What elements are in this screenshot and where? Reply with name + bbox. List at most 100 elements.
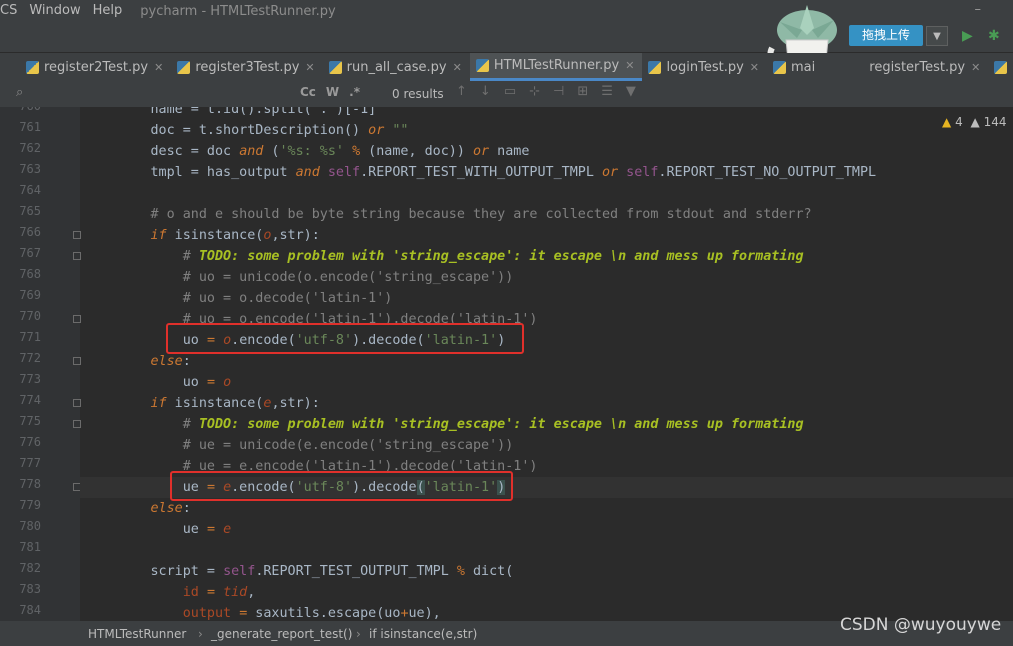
tab-htmltestrunner[interactable]: HTMLTestRunner.py ✕	[469, 53, 643, 81]
run-icon[interactable]: ▶	[962, 28, 973, 44]
code-line-782: script = self.REPORT_TEST_OUTPUT_TMPL % …	[86, 564, 514, 579]
tab-label: run_all_case.py	[346, 59, 447, 75]
weak-warning-icon: ▲	[970, 115, 980, 129]
close-icon[interactable]: ✕	[305, 61, 314, 74]
select-occurrences-icon[interactable]: ⊞	[577, 84, 588, 99]
chevron-down-icon[interactable]: ▼	[926, 26, 948, 46]
chevron-right-icon: ›	[198, 627, 203, 641]
line-number: 768	[19, 267, 41, 281]
add-selection-icon[interactable]: ⊹	[529, 84, 540, 99]
regex-button[interactable]: .*	[349, 85, 360, 99]
code-line-763: tmpl = has_output and self.REPORT_TEST_W…	[86, 165, 877, 180]
arrow-up-icon[interactable]: ↑	[456, 84, 467, 99]
line-number: 762	[19, 141, 41, 155]
words-button[interactable]: W	[326, 85, 339, 99]
line-number: 782	[19, 561, 41, 575]
highlight-box-ue	[170, 471, 513, 501]
tab-label: mai	[791, 59, 816, 75]
code-line-779: else:	[150, 501, 191, 516]
tab-label: loginTest.py	[666, 59, 744, 75]
breadcrumb-method[interactable]: _generate_report_test()	[211, 627, 352, 641]
line-number: 778	[19, 477, 41, 491]
upload-button[interactable]: 拖拽上传	[849, 25, 923, 46]
remove-selection-icon[interactable]: ⊣	[553, 84, 564, 99]
code-line-768: # uo = unicode(o.encode('string_escape')…	[182, 270, 514, 285]
menu-item-help[interactable]: Help	[87, 0, 129, 22]
line-number: 777	[19, 456, 41, 470]
python-file-icon	[994, 60, 1008, 74]
close-icon[interactable]: ✕	[453, 61, 462, 74]
close-icon[interactable]: ✕	[154, 61, 163, 74]
tab-main[interactable]: mai	[767, 53, 823, 81]
python-file-icon	[177, 60, 191, 74]
tab-run-all-case[interactable]: run_all_case.py ✕	[323, 53, 470, 81]
match-case-button[interactable]: Cc	[300, 85, 316, 99]
debug-icon[interactable]: ✱	[988, 28, 1000, 44]
tab-label: registerTest.py	[869, 59, 966, 75]
python-file-icon	[328, 60, 342, 74]
python-file-icon	[773, 60, 787, 74]
line-number: 769	[19, 288, 41, 302]
line-number: 760	[0, 107, 41, 113]
line-number: 776	[19, 435, 41, 449]
fold-toggle-icon[interactable]	[73, 315, 81, 323]
tab-csvfile[interactable]: csvFile	[988, 53, 1013, 81]
search-nav: ↑ ↓ ▭ ⊹ ⊣ ⊞ ☰ ▼	[456, 84, 636, 99]
tab-label: register3Test.py	[195, 59, 300, 75]
code-line-783: id = tid,	[182, 585, 256, 600]
search-results-count: 0 results	[392, 87, 444, 101]
tab-registertest[interactable]: registerTest.py ✕	[863, 53, 988, 81]
python-file-icon	[475, 59, 489, 72]
breadcrumb-block[interactable]: if isinstance(e,str)	[369, 627, 477, 641]
tab-register2test[interactable]: register2Test.py ✕	[0, 53, 171, 81]
fold-toggle-icon[interactable]	[73, 420, 81, 428]
line-number: 784	[19, 603, 41, 617]
code-line-769: # uo = o.decode('latin-1')	[182, 291, 393, 306]
search-icon[interactable]: ⌕	[16, 85, 23, 100]
filter-settings-icon[interactable]: ☰	[601, 84, 613, 99]
fold-toggle-icon[interactable]	[73, 231, 81, 239]
watermark: CSDN @wuyouywe	[840, 615, 1002, 635]
python-file-icon	[26, 60, 39, 74]
fold-toggle-icon[interactable]	[73, 357, 81, 365]
code-line-761: doc = t.shortDescription() or ""	[86, 123, 409, 138]
line-number: 766	[19, 225, 41, 239]
minimize-button[interactable]: –	[975, 2, 982, 17]
code-line-780: ue = e	[86, 522, 232, 537]
tab-register3test[interactable]: register3Test.py ✕	[171, 53, 322, 81]
weak-warning-count: 144	[983, 115, 1007, 129]
fold-toggle-icon[interactable]	[73, 399, 81, 407]
close-icon[interactable]: ✕	[750, 61, 759, 74]
highlight-box-uo	[166, 323, 524, 354]
select-all-icon[interactable]: ▭	[504, 84, 516, 99]
code-line-784: output = saxutils.escape(uo+ue),	[182, 606, 441, 621]
line-gutter: 760 761 762 763 764 765 766 767 768 769 …	[0, 107, 81, 621]
menu-item-window[interactable]: Window	[23, 0, 86, 22]
tab-label: HTMLTestRunner.py	[493, 58, 620, 73]
code-line-775: # TODO: some problem with 'string_escape…	[182, 417, 804, 432]
code-editor[interactable]: 760 761 762 763 764 765 766 767 768 769 …	[0, 107, 1013, 621]
breadcrumb-class[interactable]: HTMLTestRunner	[88, 627, 186, 641]
line-number: 765	[19, 204, 41, 218]
line-number: 763	[19, 162, 41, 176]
inspection-widget[interactable]: ▲ 4 ▲ 144	[942, 115, 1007, 129]
close-icon[interactable]: ✕	[625, 59, 634, 72]
fold-toggle-icon[interactable]	[73, 252, 81, 260]
find-bar: ⌕ Cc W .* 0 results ↑ ↓ ▭ ⊹ ⊣ ⊞ ☰ ▼	[0, 81, 1013, 108]
tab-logintest[interactable]: loginTest.py ✕	[642, 53, 767, 81]
code-line-772: else:	[150, 354, 191, 369]
python-file-icon	[648, 60, 662, 74]
warning-count: 4	[955, 115, 963, 129]
filter-icon[interactable]: ▼	[626, 84, 636, 99]
line-number: 773	[19, 372, 41, 386]
code-line-774: if isinstance(e,str):	[150, 396, 320, 411]
line-number: 783	[19, 582, 41, 596]
close-icon[interactable]: ✕	[971, 61, 980, 74]
search-options: Cc W .*	[300, 85, 360, 99]
menu-item-cs[interactable]: CS	[0, 0, 23, 22]
line-number: 772	[19, 351, 41, 365]
arrow-down-icon[interactable]: ↓	[480, 84, 491, 99]
editor-tabs: register2Test.py ✕ register3Test.py ✕ run_…	[0, 53, 1013, 82]
